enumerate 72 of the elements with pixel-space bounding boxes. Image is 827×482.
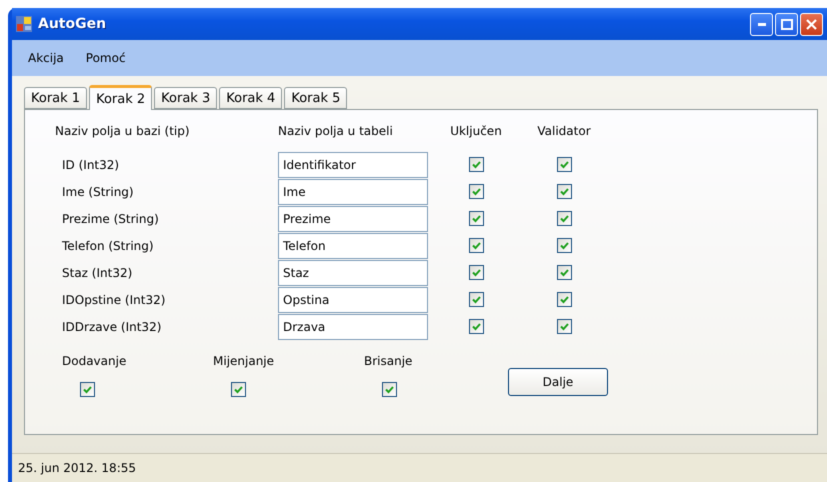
input-field[interactable]: Drzava (278, 314, 428, 340)
check-icon (472, 295, 480, 304)
column-header: Naziv polja u bazi (tip) (55, 124, 190, 138)
checkbox[interactable] (468, 319, 484, 334)
tab[interactable]: Korak 5 (284, 87, 348, 109)
field-label: IDOpstine (Int32) (61, 292, 166, 306)
check-icon (385, 385, 394, 394)
checkbox[interactable] (556, 157, 572, 172)
input-field[interactable]: Identifikator (278, 152, 428, 178)
input-field[interactable]: Staz (278, 260, 428, 286)
checkbox[interactable] (468, 211, 484, 226)
close-button[interactable] (800, 12, 823, 36)
tab[interactable]: Korak 1 (24, 87, 88, 109)
checkbox[interactable] (556, 184, 572, 199)
minimize-icon (758, 22, 766, 26)
next-button[interactable]: Dalje (508, 368, 608, 396)
check-icon (560, 214, 568, 223)
field-label: Prezime (String) (61, 212, 160, 226)
window-title: AutoGen (38, 16, 108, 32)
option-label: Dodavanje (62, 354, 128, 368)
checkbox[interactable] (556, 265, 572, 280)
check-icon (560, 322, 568, 331)
input-field[interactable]: Opstina (278, 286, 428, 312)
check-icon (560, 241, 568, 250)
checkbox[interactable] (468, 184, 484, 199)
maximize-button[interactable] (775, 12, 798, 36)
close-icon (806, 18, 817, 30)
input-field[interactable]: Ime (278, 178, 428, 204)
checkbox[interactable] (468, 265, 484, 280)
column-header: Uključen (450, 124, 502, 138)
field-label: Telefon (String) (61, 238, 155, 252)
check-icon (83, 385, 92, 394)
column-header: Validator (537, 124, 591, 138)
check-icon (472, 322, 480, 331)
checkbox[interactable] (556, 238, 572, 253)
checkbox[interactable] (468, 292, 484, 307)
option-label: Brisanje (364, 354, 414, 368)
input-field[interactable]: Prezime (278, 206, 428, 232)
check-icon (234, 385, 243, 394)
check-icon (560, 160, 568, 169)
check-icon (560, 187, 568, 196)
checkbox[interactable] (231, 382, 246, 397)
check-icon (560, 295, 568, 304)
checkbox[interactable] (556, 292, 572, 307)
maximize-icon (780, 18, 792, 30)
tab[interactable]: Korak 3 (154, 87, 218, 109)
check-icon (472, 187, 480, 196)
checkbox[interactable] (468, 238, 484, 253)
checkbox[interactable] (382, 382, 397, 397)
field-label: IDDrzave (Int32) (61, 320, 162, 334)
check-icon (560, 268, 568, 277)
field-label: Ime (String) (61, 184, 135, 198)
check-icon (472, 268, 480, 277)
check-icon (472, 160, 480, 169)
field-label: ID (Int32) (61, 158, 120, 172)
option-label: Mijenjanje (213, 354, 276, 368)
app-icon (16, 16, 32, 32)
minimize-button[interactable] (750, 12, 773, 36)
menu-item[interactable]: Akcija (20, 49, 72, 67)
checkbox[interactable] (556, 319, 572, 334)
field-label: Staz (Int32) (61, 266, 134, 280)
column-header: Naziv polja u tabeli (278, 124, 393, 138)
checkbox[interactable] (556, 211, 572, 226)
tab[interactable]: Korak 4 (219, 87, 282, 109)
check-icon (472, 241, 480, 250)
tab[interactable]: Korak 2 (89, 85, 152, 110)
check-icon (472, 214, 480, 223)
status-text: 25. jun 2012. 18:55 (18, 461, 136, 475)
input-field[interactable]: Telefon (278, 232, 428, 258)
menu-item[interactable]: Pomoć (78, 49, 134, 67)
checkbox[interactable] (80, 382, 95, 397)
checkbox[interactable] (468, 157, 484, 172)
